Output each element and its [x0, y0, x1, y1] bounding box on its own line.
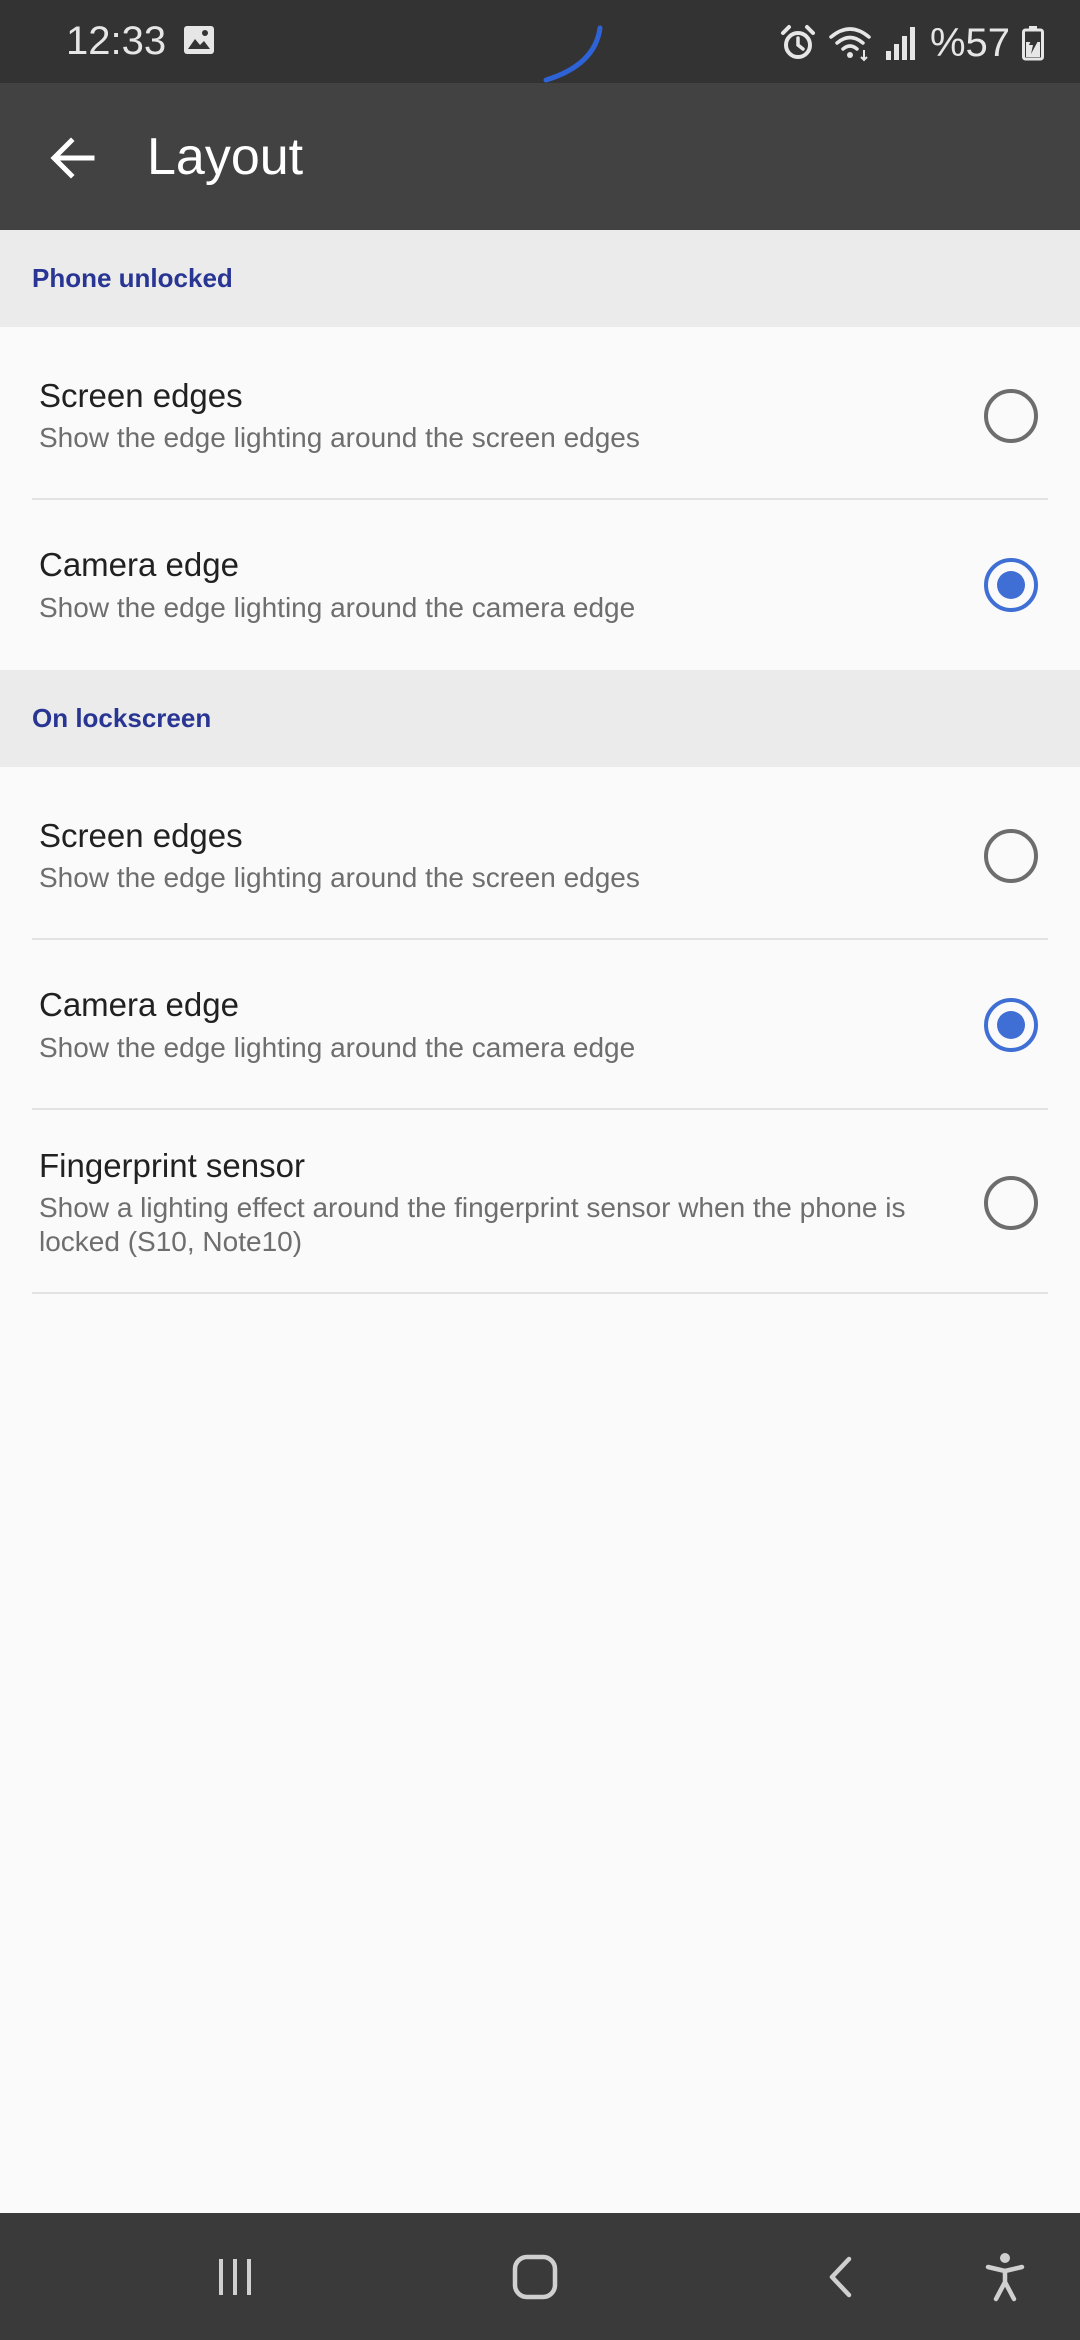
signal-icon: [885, 27, 915, 60]
option-title: Screen edges: [39, 817, 243, 854]
battery-charging-icon: [1022, 26, 1044, 61]
option-row-lockscreen-camera-edge[interactable]: Camera edge Show the edge lighting aroun…: [0, 940, 1080, 1108]
option-row-lockscreen-fingerprint-sensor[interactable]: Fingerprint sensor Show a lighting effec…: [0, 1110, 1080, 1292]
recents-button[interactable]: [190, 2213, 280, 2340]
nav-back-button[interactable]: [795, 2213, 885, 2340]
radio-button-unlocked-screen-edges[interactable]: [984, 389, 1038, 443]
recents-icon: [219, 2258, 251, 2295]
accessibility-icon: [985, 2252, 1025, 2301]
section-header-label: On lockscreen: [32, 703, 212, 733]
back-icon: [829, 2256, 852, 2297]
section-header-label: Phone unlocked: [32, 263, 233, 293]
battery-percentage: %57: [929, 21, 1010, 65]
app-bar: Layout: [0, 83, 1080, 230]
option-subtitle: Show a lighting effect around the finger…: [39, 1192, 906, 1257]
image-icon: [184, 26, 214, 54]
screen: 12:33 %57 Layout Phone unlocked Screen e…: [0, 0, 1080, 2340]
option-row-lockscreen-screen-edges[interactable]: Screen edges Show the edge lighting arou…: [0, 767, 1080, 939]
option-title: Fingerprint sensor: [39, 1147, 305, 1184]
section-header-phone-unlocked: Phone unlocked: [0, 230, 1080, 327]
home-button[interactable]: [490, 2213, 580, 2340]
wifi-icon: [829, 27, 871, 62]
option-subtitle: Show the edge lighting around the screen…: [39, 862, 640, 893]
back-button[interactable]: [36, 121, 110, 195]
option-title: Screen edges: [39, 377, 243, 414]
radio-button-lockscreen-camera-edge[interactable]: [984, 998, 1038, 1052]
option-row-unlocked-camera-edge[interactable]: Camera edge Show the edge lighting aroun…: [0, 500, 1080, 670]
page-title: Layout: [147, 128, 304, 186]
divider: [32, 1292, 1048, 1294]
arrow-back-icon: [50, 137, 95, 179]
radio-button-lockscreen-screen-edges[interactable]: [984, 829, 1038, 883]
section-header-on-lockscreen: On lockscreen: [0, 670, 1080, 767]
alarm-icon: [780, 25, 815, 59]
option-subtitle: Show the edge lighting around the screen…: [39, 422, 640, 453]
option-row-unlocked-screen-edges[interactable]: Screen edges Show the edge lighting arou…: [0, 327, 1080, 499]
option-subtitle: Show the edge lighting around the camera…: [39, 592, 636, 623]
status-bar: 12:33 %57: [0, 0, 1080, 83]
status-icons: %57: [780, 18, 1044, 68]
option-title: Camera edge: [39, 546, 239, 583]
accessibility-button[interactable]: [960, 2213, 1050, 2340]
camera-cutout-glow: [543, 25, 603, 83]
option-subtitle: Show the edge lighting around the camera…: [39, 1032, 636, 1063]
status-time: 12:33: [66, 19, 167, 63]
home-icon: [512, 2254, 558, 2299]
navigation-bar: [0, 2213, 1080, 2340]
radio-button-unlocked-camera-edge[interactable]: [984, 558, 1038, 612]
radio-button-lockscreen-fingerprint-sensor[interactable]: [984, 1176, 1038, 1230]
option-title: Camera edge: [39, 986, 239, 1023]
